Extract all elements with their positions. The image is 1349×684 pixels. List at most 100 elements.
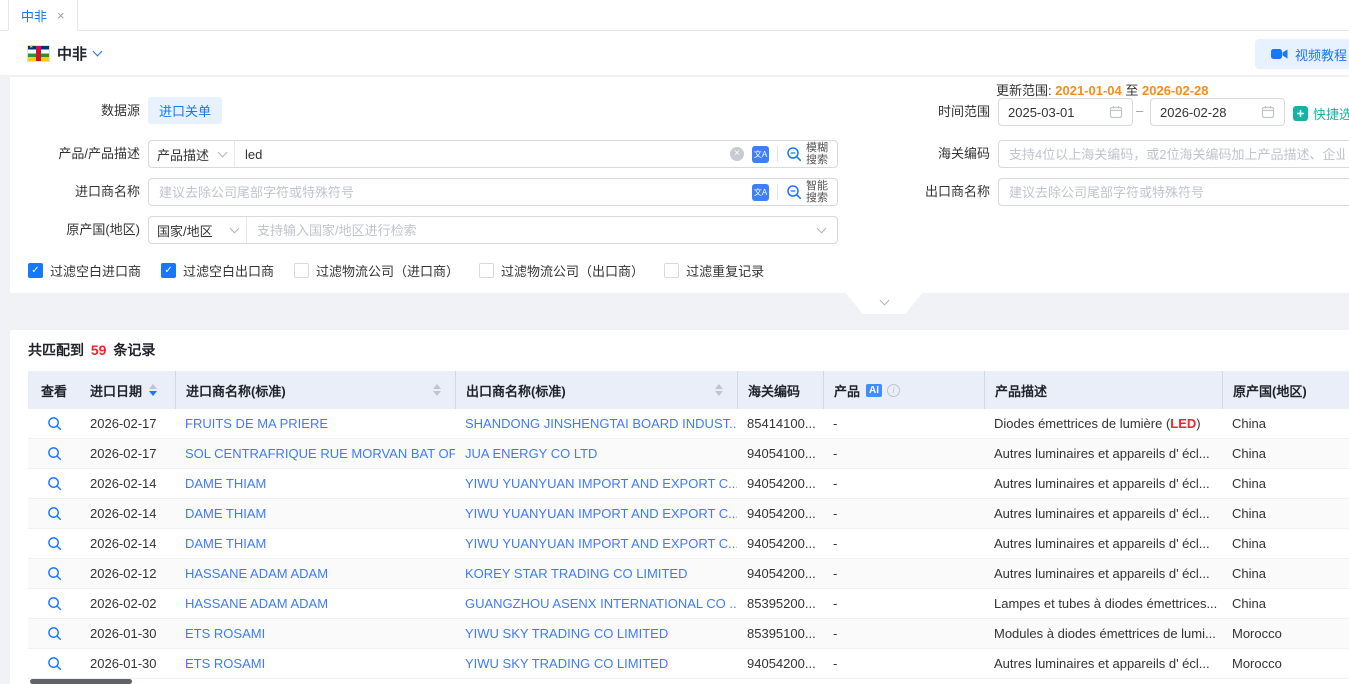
origin-type-select[interactable]: 国家/地区 [149,217,247,243]
chevron-down-icon [879,296,889,306]
importer-link[interactable]: DAME THIAM [185,506,266,521]
exporter-link[interactable]: SHANDONG JINSHENGTAI BOARD INDUST... [465,416,737,431]
column-exporter[interactable]: 出口商名称(标准) [455,371,737,409]
smart-search-button[interactable]: 智能搜索 [786,180,837,204]
quick-select-icon [1293,106,1308,121]
chevron-down-icon[interactable] [93,46,103,56]
checkbox-checked-icon[interactable]: ✓ [161,263,176,278]
desc-pre: Autres luminaires et appareils d' écl... [994,476,1210,491]
view-record-button[interactable] [47,626,62,641]
filter-checkbox-item[interactable]: 过滤重复记录 [664,261,764,280]
quick-select-label: 快捷选 [1313,104,1349,123]
origin-country: Morocco [1222,619,1349,648]
importer-link[interactable]: DAME THIAM [185,476,266,491]
info-icon[interactable]: i [887,384,900,397]
desc-pre: Autres luminaires et appareils d' écl... [994,536,1210,551]
fuzzy-search-button[interactable]: 模糊搜索 [786,142,837,166]
sort-caret-down-active[interactable] [149,391,157,396]
exporter-link[interactable]: YIWU YUANYUAN IMPORT AND EXPORT C... [465,536,737,551]
exporter-link[interactable]: KOREY STAR TRADING CO LIMITED [465,566,687,581]
column-importer[interactable]: 进口商名称(标准) [175,371,455,409]
importer-link[interactable]: HASSANE ADAM ADAM [185,596,328,611]
filter-checkbox-item[interactable]: 过滤物流公司（进口商） [294,261,459,280]
date-range-separator: – [1136,103,1143,118]
view-record-button[interactable] [47,596,62,611]
exporter-link[interactable]: YIWU YUANYUAN IMPORT AND EXPORT C... [465,476,737,491]
checkbox-unchecked-icon[interactable] [294,263,309,278]
exporter-link[interactable]: YIWU YUANYUAN IMPORT AND EXPORT C... [465,506,737,521]
importer-link[interactable]: ETS ROSAMI [185,626,265,641]
column-import-date[interactable]: 进口日期 [80,371,175,409]
magnifier-icon [47,446,62,461]
importer-link[interactable]: ETS ROSAMI [185,656,265,671]
product-type-select[interactable]: 产品描述 [149,141,235,167]
view-record-button[interactable] [47,536,62,551]
magnifier-icon [47,536,62,551]
sort-caret-up[interactable] [149,384,157,389]
start-date-picker[interactable]: 2025-03-01 [998,98,1133,126]
checkbox-unchecked-icon[interactable] [664,263,679,278]
quick-select-button[interactable]: 快捷选 [1293,104,1349,123]
origin-country-label: 原产国(地区) [10,216,140,244]
desc-post: ) [1196,416,1200,431]
product-value: - [823,439,984,468]
exporter-link[interactable]: YIWU SKY TRADING CO LIMITED [465,626,668,641]
exporter-link[interactable]: YIWU SKY TRADING CO LIMITED [465,656,668,671]
importer-name-input[interactable] [149,185,752,200]
origin-country: Morocco [1222,649,1349,678]
origin-country-input[interactable] [247,223,818,238]
sort-control-importer[interactable] [433,384,441,396]
video-tutorial-button[interactable]: 视频教程 [1255,39,1349,69]
tab-close-icon[interactable]: × [57,9,65,22]
column-product: 产品 AI i [823,371,984,409]
column-view-label: 查看 [41,381,67,400]
checkbox-checked-icon[interactable]: ✓ [28,263,43,278]
end-date-picker[interactable]: 2026-02-28 [1150,98,1285,126]
view-record-button[interactable] [47,656,62,671]
view-record-button[interactable] [47,476,62,491]
view-record-button[interactable] [47,446,62,461]
exporter-link[interactable]: JUA ENERGY CO LTD [465,446,597,461]
summary-prefix: 共匹配到 [28,342,84,358]
hs-code-input[interactable] [998,140,1349,168]
ai-badge: AI [866,384,882,397]
sort-caret-down[interactable] [715,391,723,396]
view-record-button[interactable] [47,416,62,431]
desc-pre: Autres luminaires et appareils d' écl... [994,566,1210,581]
filter-checkbox-item[interactable]: ✓过滤空白出口商 [161,261,274,280]
tab-zhongfei[interactable]: 中非 × [8,0,78,31]
divider [777,146,778,162]
product-search-input[interactable] [235,147,730,162]
importer-link[interactable]: DAME THIAM [185,536,266,551]
filter-checkbox-item[interactable]: 过滤物流公司（出口商） [479,261,644,280]
product-label: 产品/产品描述 [10,140,140,168]
desc-highlight: LED [1170,416,1196,431]
importer-link[interactable]: FRUITS DE MA PRIERE [185,416,328,431]
filter-checkbox-item[interactable]: ✓过滤空白进口商 [28,261,141,280]
origin-country: China [1222,589,1349,618]
translate-icon[interactable]: 文A [752,146,769,163]
sort-control-exporter[interactable] [715,384,723,396]
view-record-button[interactable] [47,506,62,521]
sort-caret-up[interactable] [715,384,723,389]
translate-icon[interactable]: 文A [752,184,769,201]
country-name[interactable]: 中非 [57,43,87,64]
importer-link[interactable]: HASSANE ADAM ADAM [185,566,328,581]
product-type-value: 产品描述 [157,145,209,164]
sort-caret-down[interactable] [433,391,441,396]
exporter-name-input[interactable] [998,178,1349,206]
checkbox-unchecked-icon[interactable] [479,263,494,278]
results-panel: 共匹配到 59 条记录 查看 进口日期 进口商名称(标准) [10,330,1349,684]
column-hs-code-label: 海关编码 [748,381,800,400]
exporter-link[interactable]: GUANGZHOU ASENX INTERNATIONAL CO ... [465,596,737,611]
collapse-panel-tab[interactable] [846,293,922,314]
chevron-down-icon[interactable] [817,223,827,233]
clear-input-icon[interactable]: × [730,147,744,161]
view-record-button[interactable] [47,566,62,581]
table-row: 2026-02-14 DAME THIAM YIWU YUANYUAN IMPO… [28,529,1349,559]
import-date: 2026-01-30 [80,649,175,678]
sort-control-date[interactable] [149,384,157,396]
importer-link[interactable]: SOL CENTRAFRIQUE RUE MORVAN BAT OF... [185,446,455,461]
sort-caret-up[interactable] [433,384,441,389]
horizontal-scrollbar[interactable] [30,679,132,684]
